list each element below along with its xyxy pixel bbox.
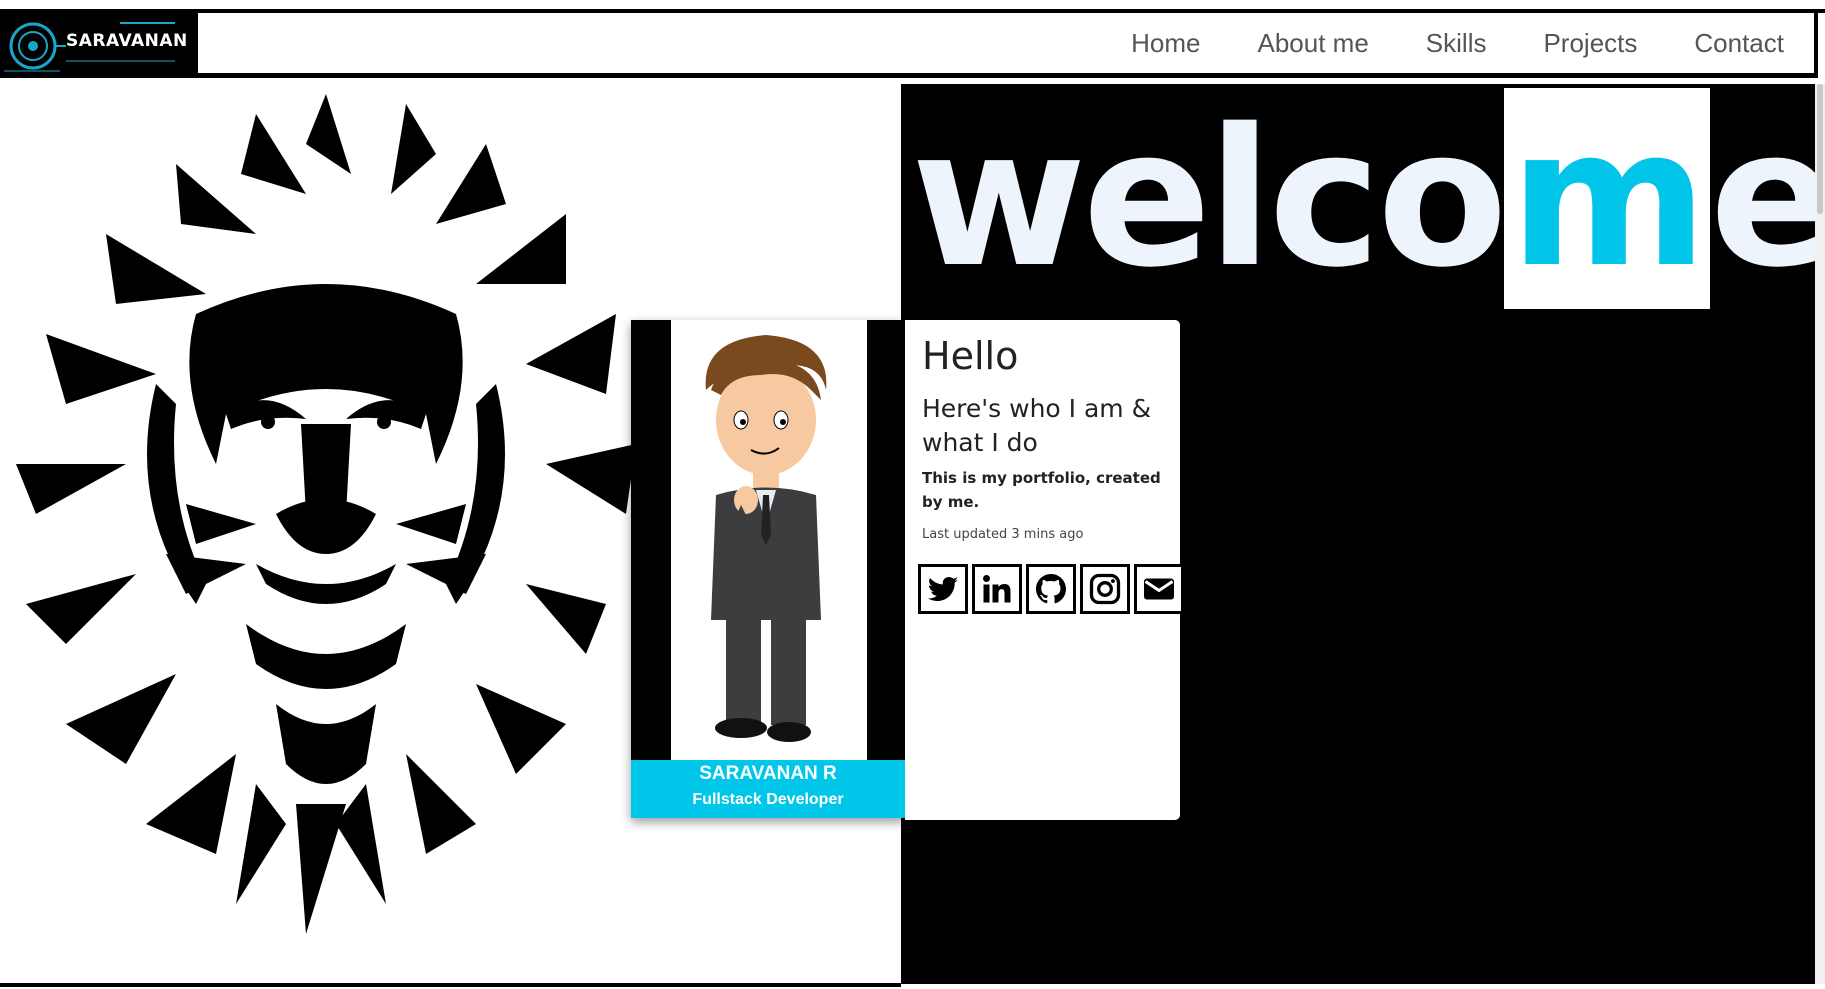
twitter-link[interactable] — [918, 564, 968, 614]
brand-logo[interactable]: SARAVANAN — [0, 13, 198, 78]
github-link[interactable] — [1026, 564, 1076, 614]
welcome-suffix: e — [1709, 88, 1825, 309]
social-links — [918, 564, 1188, 614]
nav-home[interactable]: Home — [1131, 28, 1200, 59]
welcome-heading: welcome — [911, 88, 1825, 309]
nav-about-me[interactable]: About me — [1258, 28, 1369, 59]
nav-contact[interactable]: Contact — [1694, 28, 1784, 59]
page-scrollbar[interactable] — [1815, 84, 1825, 984]
brand-name: SARAVANAN — [66, 31, 188, 51]
cartoon-avatar — [705, 335, 827, 742]
mail-icon — [1144, 578, 1174, 600]
description-text: This is my portfolio, created by me. — [922, 469, 1161, 511]
nav-links: Home About me Skills Projects Contact — [1074, 13, 1784, 73]
welcome-prefix: welco — [911, 88, 1508, 309]
twitter-icon — [927, 577, 958, 601]
last-updated-text: Last updated 3 mins ago — [922, 527, 1084, 542]
nav-skills[interactable]: Skills — [1426, 28, 1487, 59]
subtitle-heading: Here's who I am & what I do — [922, 394, 1152, 457]
linkedin-link[interactable] — [972, 564, 1022, 614]
lion-illustration — [16, 94, 636, 934]
scrollbar-thumb[interactable] — [1817, 84, 1823, 214]
github-icon — [1036, 574, 1066, 604]
nav-projects[interactable]: Projects — [1543, 28, 1637, 59]
profile-role: Fullstack Developer — [692, 791, 844, 808]
navbar: SARAVANAN Home About me Skills Projects … — [0, 13, 1818, 78]
welcome-highlight: m — [1503, 88, 1710, 309]
bottom-border — [0, 983, 901, 987]
profile-card: SARAVANAN R Fullstack Developer — [631, 320, 905, 818]
profile-name: SARAVANAN R — [699, 763, 837, 784]
instagram-link[interactable] — [1080, 564, 1130, 614]
info-card: Hello Here's who I am & what I do This i… — [905, 320, 1184, 820]
instagram-icon — [1089, 573, 1121, 605]
profile-name-band: SARAVANAN R Fullstack Developer — [631, 760, 905, 818]
greeting-heading: Hello — [922, 334, 1019, 378]
mail-link[interactable] — [1134, 564, 1184, 614]
avatar-frame — [671, 320, 867, 760]
linkedin-icon — [983, 575, 1011, 603]
